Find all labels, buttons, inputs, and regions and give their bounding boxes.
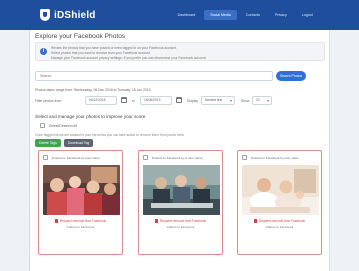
date-range-text: Photos taken range from: Wednesday, 06 D… [35,88,151,92]
photo-card-footer: Request removal from Facebook Added on F… [39,219,122,229]
info-line: Manage your Facebook account privacy set… [51,56,207,60]
info-box: i Review the photos that you have posted… [35,42,325,61]
top-navigation-bar: iDShield Dashboard Social Media Contacts… [0,0,359,30]
photo-checkbox[interactable] [43,155,48,160]
nav-item-logout[interactable]: Logout [296,10,319,20]
display-select-value: Newest first [205,98,223,102]
photo-caption: Posted on Facebook by user name [251,155,299,160]
search-input[interactable] [35,71,273,81]
show-select-value: 20 [256,98,260,102]
remove-photo-link[interactable]: Request removal from Facebook [238,219,321,223]
trash-icon [54,219,58,223]
display-select[interactable]: Newest first [201,96,235,105]
photo-date: Added on Facebook [66,225,95,229]
remove-label: Request removal from Facebook [59,219,107,223]
brand-logo[interactable]: iDShield [40,9,96,21]
photo-card[interactable]: Posted on Facebook by a user name Reques… [138,150,223,255]
photo-card[interactable]: Posted on Facebook by user name Request … [38,150,123,255]
hint-text: Once flagged items are located in your l… [35,133,185,137]
nav-item-dashboard[interactable]: Dashboard [172,10,202,20]
show-select[interactable]: 20 [252,96,272,105]
from-date-field[interactable]: 06/12/2018 [85,96,117,105]
main-nav: Dashboard Social Media Contacts Privacy … [172,10,322,20]
photo-thumbnail[interactable] [43,165,120,215]
download-tag-button[interactable]: Download Tag [63,139,94,147]
photo-card[interactable]: Posted on Facebook by user name Request … [237,150,322,255]
photo-card-footer: Request removal from Facebook Added on F… [238,219,321,229]
calendar-icon[interactable] [121,97,127,103]
trash-icon [253,219,257,223]
filter-from-label: Filter photos from [35,99,62,103]
photo-card-footer: Request removal from Facebook Added on F… [139,219,222,229]
filter-to-label: to [132,99,135,103]
info-line: Review the photos that you have posted o… [51,46,177,50]
shield-icon [40,9,50,21]
action-buttons: Delete Tags Download Tag [35,139,96,147]
photo-date: Added on Facebook [265,225,294,229]
photo-thumbnail[interactable] [242,165,319,215]
nav-item-social-media[interactable]: Social Media [204,10,237,20]
photo-card-header: Posted on Facebook by user name [242,155,319,160]
calendar-icon[interactable] [176,97,182,103]
info-line: Select photos that you want to remove fr… [51,51,151,55]
brand-name: iDShield [54,9,96,21]
photo-caption: Posted on Facebook by a user name [152,155,203,160]
delete-tags-button[interactable]: Delete Tags [35,139,61,147]
chevron-down-icon [267,100,269,102]
photo-card-header: Posted on Facebook by a user name [143,155,220,160]
photo-image [143,165,220,215]
remove-label: Request removal from Facebook [159,219,207,223]
photo-image [43,165,120,215]
select-all-toggle[interactable]: Select/Deselect All [40,122,77,129]
photo-image [242,165,319,215]
remove-photo-link[interactable]: Request removal from Facebook [39,219,122,223]
photo-checkbox[interactable] [242,155,247,160]
remove-photo-link[interactable]: Request removal from Facebook [139,219,222,223]
section-title: Select and manage your photos to improve… [35,114,146,119]
info-icon: i [40,48,47,55]
photo-thumbnail[interactable] [143,165,220,215]
nav-item-contacts[interactable]: Contacts [240,10,266,20]
photo-caption: Posted on Facebook by user name [52,155,100,160]
chevron-down-icon [230,100,232,102]
nav-item-privacy[interactable]: Privacy [269,10,293,20]
search-button[interactable]: Search Photos [276,71,306,81]
trash-icon [154,219,158,223]
main-panel: Explore your Facebook Photos i Review th… [29,30,330,271]
filter-row: Filter photos from 06/12/2018 to 18/06/2… [35,96,325,106]
photo-checkbox[interactable] [143,155,148,160]
search-row: Search Photos [35,71,325,81]
photo-card-header: Posted on Facebook by user name [43,155,120,160]
photo-date: Added on Facebook [166,225,195,229]
select-all-checkbox[interactable] [40,123,45,128]
to-date-field[interactable]: 18/06/2019 [140,96,172,105]
show-label: Show [241,99,250,103]
display-label: Display [187,99,199,103]
select-all-label: Select/Deselect All [49,123,78,128]
page-title: Explore your Facebook Photos [35,33,126,40]
remove-label: Request removal from Facebook [258,219,306,223]
